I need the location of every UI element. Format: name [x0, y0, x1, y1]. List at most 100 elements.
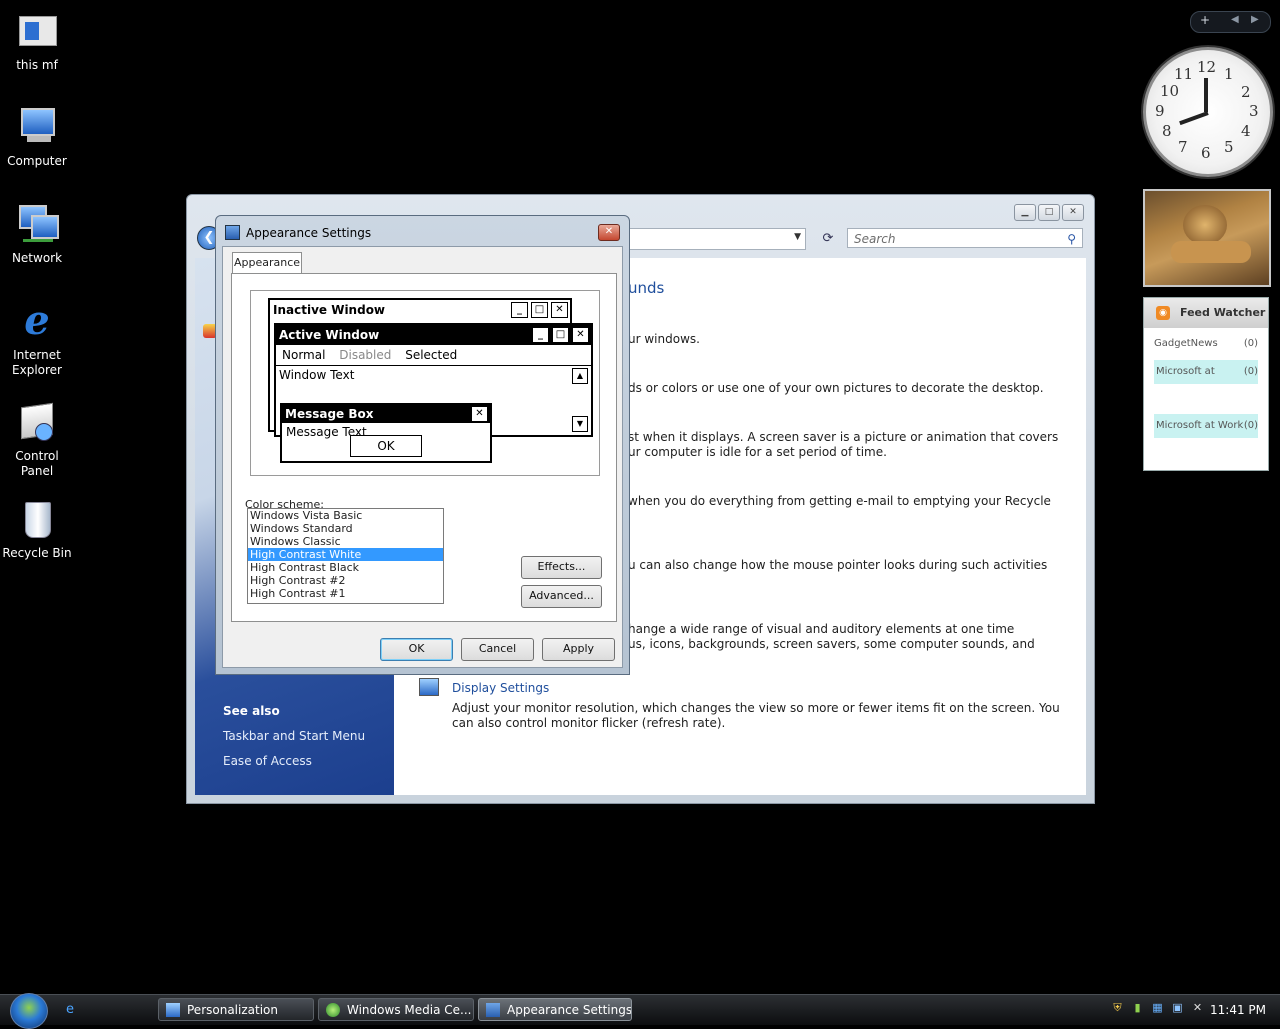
apply-button[interactable]: Apply — [542, 638, 615, 661]
item-desc: ur computer is idle for a set period of … — [628, 445, 887, 459]
desktop-icon-computer[interactable]: Computer — [2, 106, 72, 169]
list-item[interactable]: High Contrast Black — [248, 561, 443, 574]
dialog-title: Appearance Settings — [246, 226, 372, 240]
clock-number: 3 — [1249, 102, 1259, 120]
see-also-heading: See also — [223, 704, 280, 718]
previous-icon[interactable]: ◀ — [1231, 14, 1239, 25]
clock-number: 6 — [1201, 144, 1211, 162]
close-icon: ✕ — [551, 302, 568, 318]
taskbar-item-appearance-settings[interactable]: Appearance Settings — [478, 998, 632, 1021]
media-center-icon — [326, 1003, 340, 1017]
feed-watcher-title: Feed Watcher — [1180, 306, 1266, 319]
notification-area: ⛨ ▮ ▦ ▣ ✕ — [1110, 1000, 1205, 1015]
desktop-icon-recycle-bin[interactable]: Recycle Bin — [2, 498, 72, 561]
search-input[interactable]: Search ⚲ — [847, 228, 1083, 248]
feed-watcher-gadget[interactable]: ◉ Feed Watcher GadgetNews (0) Microsoft … — [1143, 297, 1269, 471]
active-window-title: Active Window — [279, 328, 380, 342]
lion-body — [1171, 241, 1251, 263]
appearance-settings-dialog[interactable]: Appearance Settings ✕ Appearance Inactiv… — [215, 215, 630, 675]
clock-number: 2 — [1241, 83, 1251, 101]
feed-row[interactable]: Microsoft at (0) — [1154, 360, 1258, 384]
slideshow-gadget[interactable] — [1143, 189, 1271, 287]
taskbar: e Personalization Windows Media Ce... Ap… — [0, 993, 1280, 1029]
clock-number: 4 — [1241, 122, 1251, 140]
item-desc: st when it displays. A screen saver is a… — [628, 430, 1059, 444]
page-heading: unds — [628, 279, 665, 297]
link-ease-of-access[interactable]: Ease of Access — [223, 754, 312, 768]
message-box-title: Message Box — [285, 407, 374, 421]
add-gadget-icon[interactable]: + — [1200, 13, 1210, 27]
minimize-icon: _ — [532, 327, 549, 343]
chevron-down-icon[interactable]: ▼ — [794, 232, 801, 242]
folder-icon — [15, 10, 59, 54]
taskbar-item-media-center[interactable]: Windows Media Ce... — [318, 998, 474, 1021]
desktop-icon-label: this mf — [16, 58, 58, 72]
internet-explorer-icon: e — [24, 297, 50, 344]
sidebar-icon[interactable]: ▮ — [1130, 1000, 1145, 1015]
appearance-preview: Inactive Window _ □ ✕ Active Window _ □ … — [250, 290, 600, 476]
clock-gadget[interactable]: 12 1 2 3 4 5 6 7 8 9 10 11 — [1143, 47, 1273, 177]
close-button[interactable]: ✕ — [1062, 204, 1084, 221]
clock-number: 5 — [1224, 138, 1234, 156]
taskbar-clock[interactable]: 11:41 PM — [1210, 995, 1266, 1025]
effects-button[interactable]: Effects... — [521, 556, 602, 579]
security-shield-icon[interactable]: ⛨ — [1110, 1000, 1125, 1015]
ok-button[interactable]: OK — [380, 638, 453, 661]
mouse-cursor-icon — [638, 258, 645, 276]
minimize-button[interactable]: ▁ — [1014, 204, 1036, 221]
desktop-icon-network[interactable]: Network — [2, 203, 72, 266]
address-bar[interactable]: ▼ — [627, 228, 806, 250]
color-scheme-list[interactable]: Windows Vista Basic Windows Standard Win… — [247, 508, 444, 604]
menu-disabled: Disabled — [339, 348, 392, 362]
maximize-button[interactable]: □ — [1038, 204, 1060, 221]
desktop-icon-label: Internet Explorer — [12, 348, 62, 377]
window-text: Window Text — [279, 368, 355, 382]
preview-message-box: Message Box ✕ Message Text OK — [280, 403, 492, 463]
hour-hand — [1204, 78, 1208, 112]
gadget-icon[interactable]: ▦ — [1150, 1000, 1165, 1015]
cancel-button[interactable]: Cancel — [461, 638, 534, 661]
network-tray-icon[interactable]: ▣ — [1170, 1000, 1185, 1015]
list-item[interactable]: Windows Vista Basic — [248, 509, 443, 522]
desktop-icon-label: Network — [11, 251, 63, 265]
computer-icon — [15, 106, 59, 150]
close-icon: ✕ — [572, 327, 589, 343]
feed-row[interactable]: Microsoft at Work (0) — [1154, 414, 1258, 438]
clock-number: 7 — [1178, 138, 1188, 156]
volume-muted-icon[interactable]: ✕ — [1190, 1000, 1205, 1015]
desktop-icon-label: Computer — [7, 154, 67, 168]
maximize-icon: □ — [552, 327, 569, 343]
feed-row[interactable]: GadgetNews (0) — [1154, 338, 1258, 349]
desktop-icon-label: Control Panel — [15, 449, 59, 478]
rss-icon: ◉ — [1156, 306, 1170, 320]
desktop-icon-internet-explorer[interactable]: e Internet Explorer — [2, 300, 72, 378]
desktop-icon-label: Recycle Bin — [2, 546, 72, 560]
refresh-icon[interactable]: ⟳ — [817, 228, 839, 250]
advanced-button[interactable]: Advanced... — [521, 585, 602, 608]
link-taskbar-start-menu[interactable]: Taskbar and Start Menu — [223, 729, 365, 743]
link-display-settings[interactable]: Display Settings — [452, 681, 549, 695]
list-item[interactable]: Windows Standard — [248, 522, 443, 535]
close-icon: ✕ — [471, 406, 488, 422]
dialog-body: Appearance Inactive Window _ □ ✕ Active … — [222, 246, 623, 668]
internet-explorer-icon[interactable]: e — [62, 1002, 78, 1018]
clock-number: 12 — [1197, 58, 1217, 76]
scroll-up-icon: ▲ — [572, 368, 588, 384]
desktop-icon-this-mf[interactable]: this mf — [2, 10, 72, 73]
item-desc: us, icons, backgrounds, screen savers, s… — [628, 637, 1035, 651]
inactive-window-title: Inactive Window — [273, 303, 386, 317]
clock-number: 1 — [1224, 65, 1234, 83]
close-button[interactable]: ✕ — [598, 224, 620, 241]
desktop-icon-control-panel[interactable]: Control Panel — [2, 401, 72, 479]
list-item-selected[interactable]: High Contrast White — [248, 548, 443, 561]
list-item[interactable]: High Contrast #1 — [248, 587, 443, 600]
search-icon[interactable]: ⚲ — [1067, 229, 1076, 249]
list-item[interactable]: Windows Classic — [248, 535, 443, 548]
list-item[interactable]: High Contrast #2 — [248, 574, 443, 587]
message-box-ok: OK — [350, 435, 422, 457]
menu-normal: Normal — [282, 348, 326, 362]
next-icon[interactable]: ▶ — [1251, 14, 1259, 25]
taskbar-item-personalization[interactable]: Personalization — [158, 998, 314, 1021]
tab-appearance[interactable]: Appearance — [232, 252, 302, 274]
display-settings-desc: can also control monitor flicker (refres… — [452, 716, 726, 730]
